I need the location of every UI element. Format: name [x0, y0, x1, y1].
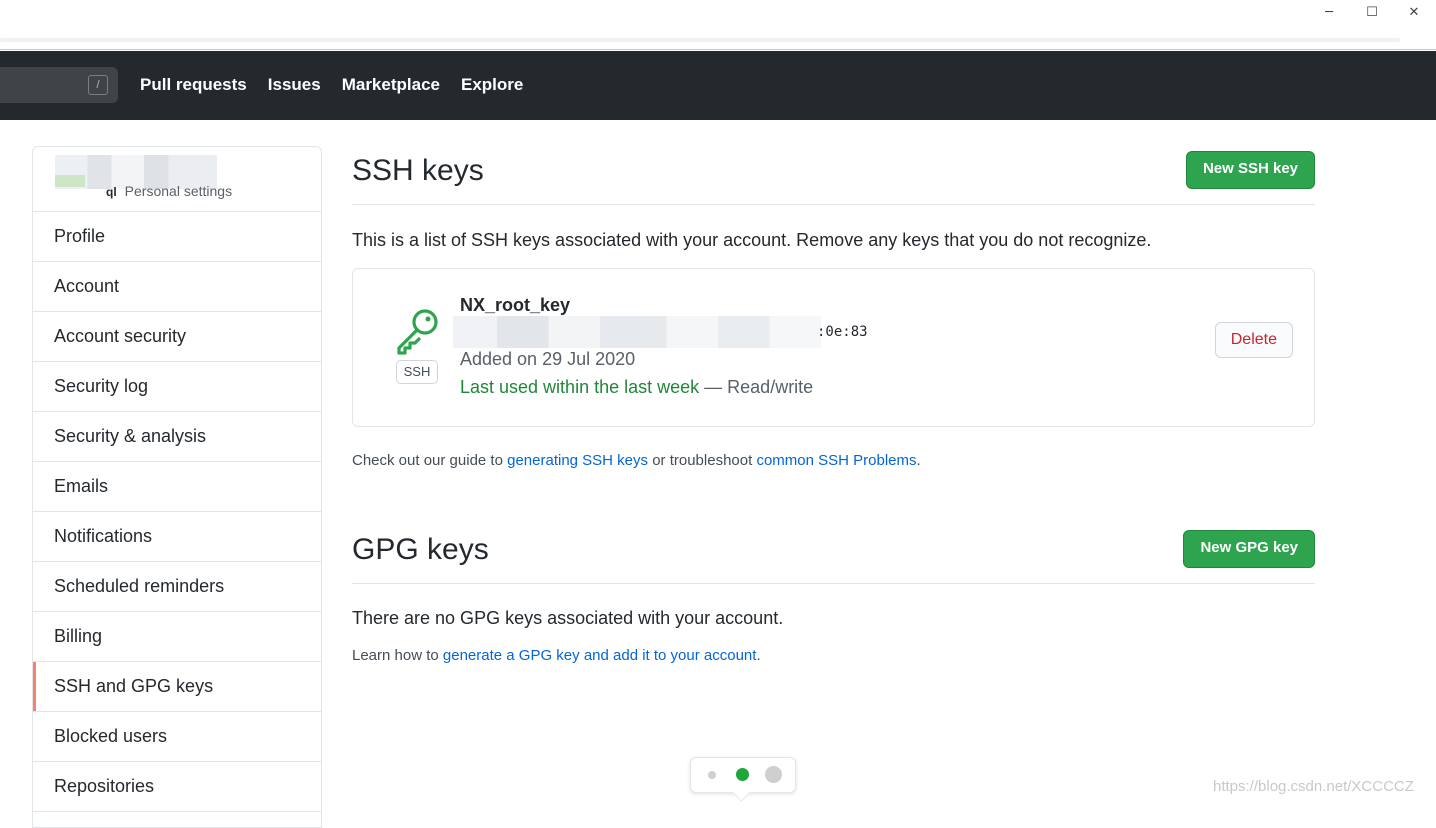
new-ssh-key-button[interactable]: New SSH key [1185, 151, 1315, 189]
ssh-title: SSH keys [352, 154, 484, 187]
minimize-icon[interactable]: ─ [1318, 4, 1340, 22]
sidebar-item-account[interactable]: Account [33, 262, 321, 312]
ssh-badge: SSH [396, 360, 438, 384]
ssh-section-header: SSH keys New SSH key [352, 140, 1315, 205]
sidebar-item-blocked-users[interactable]: Blocked users [33, 712, 321, 762]
gpg-section-header: GPG keys New GPG key [352, 519, 1315, 584]
maximize-icon[interactable]: ☐ [1361, 4, 1383, 22]
nav-pull-requests[interactable]: Pull requests [140, 75, 247, 95]
new-gpg-key-button[interactable]: New GPG key [1183, 530, 1315, 568]
common-ssh-problems-link[interactable]: common SSH Problems [756, 452, 916, 469]
sidebar-item-billing[interactable]: Billing [33, 612, 321, 662]
key-usage: Last used within the last week — Read/wr… [460, 377, 813, 398]
site-header: / Pull requests Issues Marketplace Explo… [0, 51, 1436, 120]
sidebar-subtitle-text: Personal settings [124, 183, 233, 199]
generate-gpg-key-link[interactable]: generate a GPG key and add it to your ac… [443, 647, 757, 664]
close-icon[interactable]: ✕ [1403, 4, 1425, 22]
titlebar-divider [0, 49, 1436, 50]
guide-prefix: Check out our guide to [352, 452, 508, 469]
generating-ssh-keys-link[interactable]: generating SSH keys [507, 452, 648, 469]
ssh-guide-text: Check out our guide to generating SSH ke… [352, 452, 1315, 469]
settings-sidebar: ql Personal settings Profile Account Acco… [32, 146, 322, 828]
redacted-fingerprint [453, 316, 821, 348]
sidebar-subtitle: ql Personal settings [106, 183, 233, 199]
delete-key-button[interactable]: Delete [1214, 322, 1293, 358]
learn-suffix: . [756, 647, 761, 664]
search-shortcut-key: / [88, 75, 108, 95]
dot-small [708, 771, 716, 779]
key-fingerprint: :0e:83 [817, 324, 868, 340]
ssh-key-card: SSH NX_root_key :0e:83 Added on 29 Jul 2… [352, 268, 1315, 427]
nav-marketplace[interactable]: Marketplace [342, 75, 440, 95]
sidebar-item-account-security[interactable]: Account security [33, 312, 321, 362]
key-added-date: Added on 29 Jul 2020 [460, 349, 636, 369]
sidebar-item-notifications[interactable]: Notifications [33, 512, 321, 562]
gpg-learn-text: Learn how to generate a GPG key and add … [352, 647, 1315, 664]
header-nav: Pull requests Issues Marketplace Explore [140, 75, 544, 95]
loading-dots-popover [690, 757, 796, 793]
sidebar-item-repositories[interactable]: Repositories [33, 762, 321, 812]
sidebar-item-scheduled-reminders[interactable]: Scheduled reminders [33, 562, 321, 612]
gpg-section: GPG keys New GPG key There are no GPG ke… [352, 519, 1315, 664]
key-name: NX_root_key [460, 295, 571, 315]
learn-prefix: Learn how to [352, 647, 443, 664]
sidebar-item-ssh-gpg-keys[interactable]: SSH and GPG keys [33, 662, 321, 712]
sidebar-item-emails[interactable]: Emails [33, 462, 321, 512]
key-last-used: Last used within the last week [460, 377, 700, 397]
ssh-description: This is a list of SSH keys associated wi… [352, 230, 1152, 250]
window-titlebar: ─ ☐ ✕ [0, 0, 1436, 50]
dot-large [765, 766, 782, 783]
sidebar-item-security-log[interactable]: Security log [33, 362, 321, 412]
gpg-empty-message: There are no GPG keys associated with yo… [352, 608, 784, 628]
key-icon [397, 309, 438, 355]
search-input[interactable]: / [0, 67, 118, 103]
dot-active [736, 768, 749, 781]
sidebar-header: ql Personal settings [33, 147, 321, 212]
nav-explore[interactable]: Explore [461, 75, 523, 95]
guide-suffix: . [916, 452, 921, 469]
gpg-title: GPG keys [352, 533, 489, 566]
nav-issues[interactable]: Issues [268, 75, 321, 95]
guide-middle: or troubleshoot [648, 452, 757, 469]
key-access: — Read/write [704, 377, 814, 397]
avatar-blur [55, 175, 85, 187]
main-content: SSH keys New SSH key This is a list of S… [352, 140, 1315, 664]
sidebar-item-profile[interactable]: Profile [33, 212, 321, 262]
watermark-text: https://blog.csdn.net/XCCCCZ [1213, 778, 1414, 795]
browser-address-strip [0, 38, 1400, 42]
sidebar-item-security-analysis[interactable]: Security & analysis [33, 412, 321, 462]
